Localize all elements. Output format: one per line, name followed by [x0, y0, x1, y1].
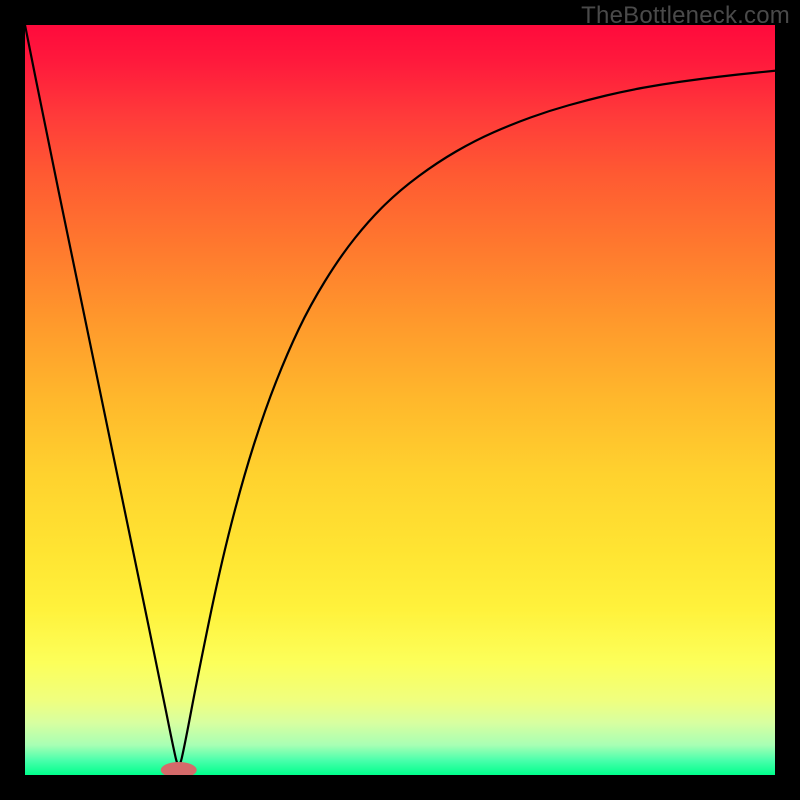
min-marker [161, 762, 197, 775]
bottleneck-curve [25, 25, 775, 765]
plot-svg [25, 25, 775, 775]
chart-container: TheBottleneck.com [0, 0, 800, 800]
plot-area [25, 25, 775, 775]
watermark-text: TheBottleneck.com [581, 2, 790, 30]
